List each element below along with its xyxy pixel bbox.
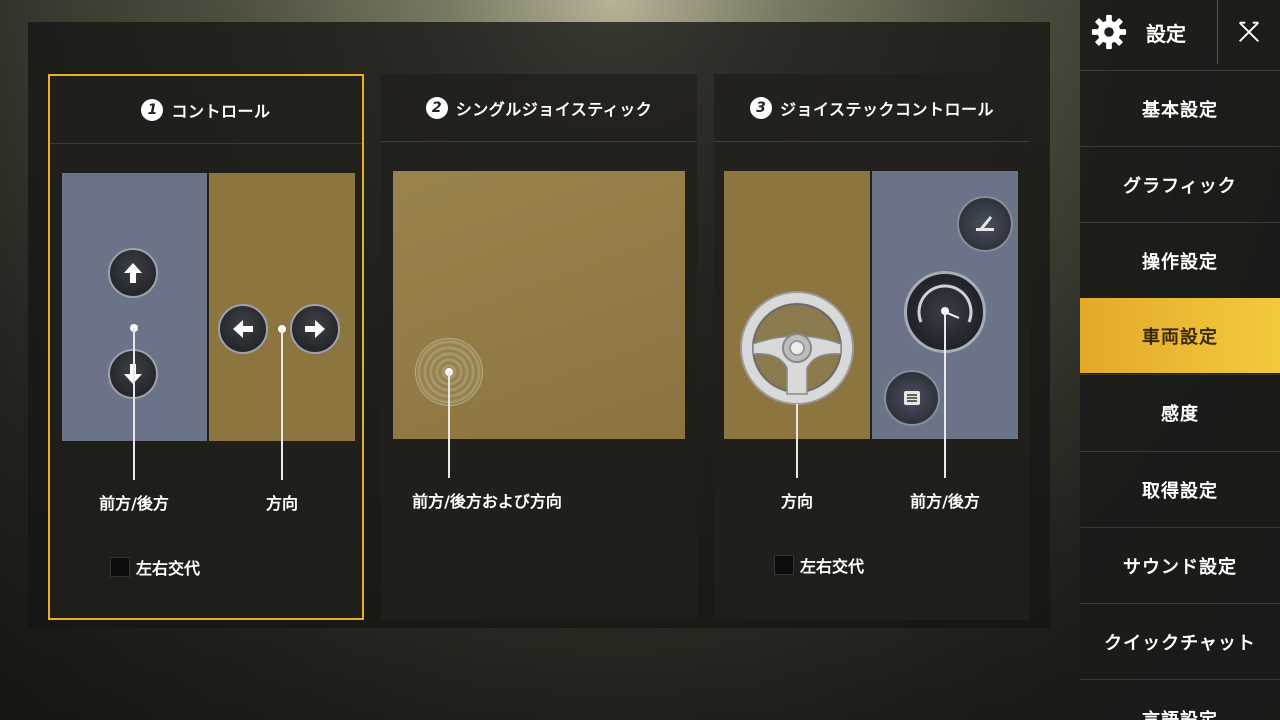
- direction-label: 方向: [265, 494, 299, 513]
- option-number-badge: 2: [425, 96, 448, 119]
- arrow-right-icon: [305, 320, 325, 338]
- leader-line: [796, 404, 798, 478]
- handbrake-button[interactable]: [957, 196, 1013, 252]
- sidebar-item-sound[interactable]: サウンド設定: [1080, 527, 1280, 603]
- swap-left-right-row[interactable]: 左右交代: [774, 553, 864, 577]
- sidebar-item-graphics[interactable]: グラフィック: [1080, 146, 1280, 222]
- card-title: シングルジョイスティック: [455, 99, 653, 119]
- leader-line: [448, 372, 450, 478]
- swap-left-right-row[interactable]: 左右交代: [110, 555, 200, 579]
- close-button[interactable]: [1217, 0, 1280, 64]
- leader-line: [133, 328, 135, 480]
- control-option-card-1[interactable]: 1 コントロール 前方/後方 方向 左右交代: [48, 74, 364, 620]
- leader-line: [281, 329, 283, 480]
- brake-pedal-icon: [904, 391, 920, 405]
- direction-label: 方向: [780, 492, 814, 511]
- handbrake-icon: [976, 216, 994, 231]
- swap-label: 左右交代: [800, 557, 865, 576]
- sidebar-item-language[interactable]: 言語設定: [1080, 679, 1280, 720]
- arrow-left-icon: [233, 320, 253, 338]
- arrow-up-icon: [124, 263, 142, 283]
- settings-header: 設定: [1080, 0, 1216, 64]
- forward-button[interactable]: [108, 248, 158, 298]
- option-number-badge: 3: [749, 96, 772, 119]
- steer-left-button[interactable]: [218, 304, 268, 354]
- leader-line: [944, 312, 946, 478]
- control-option-card-2[interactable]: 2 シングルジョイスティック 前方/後方および方向: [381, 74, 697, 620]
- swap-label: 左右交代: [136, 559, 201, 578]
- vehicle-controls-panel: 1 コントロール 前方/後方 方向 左右交代 2 シングルジョイスティック 前方…: [28, 22, 1050, 628]
- close-icon: [1239, 21, 1259, 42]
- sidebar-item-pickup[interactable]: 取得設定: [1080, 451, 1280, 527]
- brake-pedal-button[interactable]: [884, 370, 940, 426]
- settings-sidebar: 設定 基本設定 グラフィック 操作設定 車両設定 感度 取得設定 サウンド設定 …: [1080, 0, 1280, 720]
- option-number-badge: 1: [141, 98, 164, 121]
- forward-backward-label: 前方/後方: [99, 494, 169, 513]
- swap-checkbox[interactable]: [774, 555, 794, 575]
- sidebar-header: 設定: [1080, 0, 1280, 66]
- swap-checkbox[interactable]: [110, 557, 130, 577]
- card-header: 1 コントロール: [50, 76, 362, 144]
- steering-wheel-icon[interactable]: [737, 288, 857, 408]
- card-title: コントロール: [171, 101, 271, 121]
- steer-right-button[interactable]: [290, 304, 340, 354]
- control-option-card-3[interactable]: 3 ジョイステックコントロール 方向 前方/後方 左右交代: [714, 74, 1030, 620]
- settings-title: 設定: [1146, 21, 1186, 46]
- sidebar-item-vehicle[interactable]: 車両設定: [1080, 298, 1280, 373]
- sidebar-item-quick-chat[interactable]: クイックチャット: [1080, 603, 1280, 679]
- card-header: 3 ジョイステックコントロール: [714, 74, 1030, 142]
- forward-backward-label: 前方/後方: [910, 492, 980, 511]
- forward-backward-direction-label: 前方/後方および方向: [412, 492, 562, 511]
- card-title: ジョイステックコントロール: [779, 99, 995, 119]
- card-header: 2 シングルジョイスティック: [381, 74, 697, 142]
- sidebar-item-controls[interactable]: 操作設定: [1080, 222, 1280, 298]
- sidebar-item-sensitivity[interactable]: 感度: [1080, 374, 1280, 450]
- sidebar-item-basic[interactable]: 基本設定: [1080, 70, 1280, 146]
- gear-icon: [1091, 14, 1127, 50]
